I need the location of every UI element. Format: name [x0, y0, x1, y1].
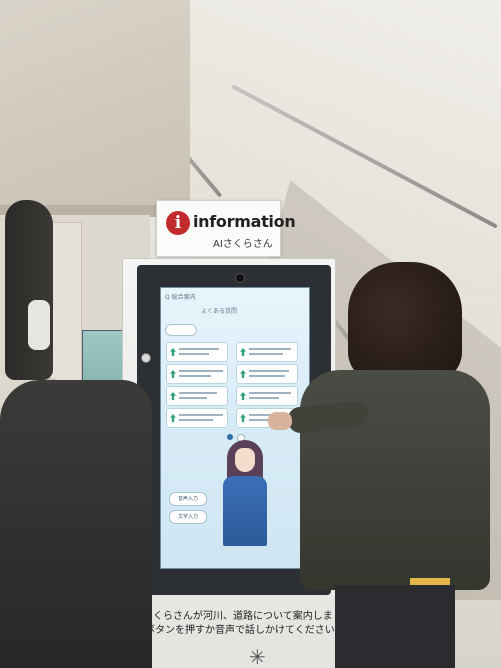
- up-arrow-icon: [170, 370, 176, 378]
- up-arrow-icon: [170, 414, 176, 422]
- faq-button-6[interactable]: [236, 386, 298, 406]
- person-right-hair: [348, 262, 462, 382]
- line: [249, 353, 283, 355]
- screen-heading: よくある質問: [201, 308, 238, 315]
- screen-tag-pill: [165, 324, 197, 336]
- sakura-logo-icon: ✳: [249, 645, 266, 668]
- faq-button-2[interactable]: [236, 342, 298, 362]
- person-left-jacket: [0, 380, 152, 668]
- text-input-button[interactable]: 文字入力: [169, 510, 207, 524]
- up-arrow-icon: [170, 348, 176, 356]
- person-right-hand: [268, 412, 292, 430]
- camera-icon: [235, 273, 245, 283]
- avatar-uniform: [223, 476, 267, 546]
- faq-button-3[interactable]: [166, 364, 228, 384]
- info-i-icon: i: [166, 211, 190, 235]
- information-sign: i information AIさくらさん: [156, 200, 296, 257]
- line: [249, 348, 291, 350]
- line: [249, 370, 289, 372]
- ceiling: [0, 0, 190, 212]
- page-dot-active[interactable]: [227, 434, 233, 440]
- line: [179, 419, 213, 421]
- line: [179, 375, 211, 377]
- kiosk-side-button[interactable]: [141, 353, 151, 363]
- up-arrow-icon: [240, 348, 246, 356]
- faq-button-4[interactable]: [236, 364, 298, 384]
- avatar-face: [235, 448, 255, 472]
- faq-button-7[interactable]: [166, 408, 228, 428]
- sign-title: information: [193, 212, 296, 231]
- up-arrow-icon: [240, 370, 246, 378]
- line: [179, 397, 207, 399]
- faq-button-5[interactable]: [166, 386, 228, 406]
- kiosk-instruction-line2: ボタンを押すか音声で話しかけてください: [145, 625, 335, 636]
- faq-button-1[interactable]: [166, 342, 228, 362]
- line: [249, 397, 279, 399]
- photo-scene: i information AIさくらさん Q 総合案内 よくある質問 音声入力…: [0, 0, 501, 668]
- line: [249, 392, 291, 394]
- up-arrow-icon: [170, 392, 176, 400]
- person-left-head: [5, 200, 53, 380]
- line: [179, 370, 223, 372]
- up-arrow-icon: [240, 414, 246, 422]
- person-right-pants: [335, 585, 455, 668]
- line: [179, 348, 219, 350]
- screen-top-label: Q 総合案内: [165, 294, 196, 301]
- up-arrow-icon: [240, 392, 246, 400]
- sign-subtitle: AIさくらさん: [213, 239, 273, 250]
- line: [179, 414, 223, 416]
- voice-input-button[interactable]: 音声入力: [169, 492, 207, 506]
- line: [179, 392, 217, 394]
- line: [249, 375, 285, 377]
- line: [179, 353, 209, 355]
- person-left-mask: [28, 300, 50, 350]
